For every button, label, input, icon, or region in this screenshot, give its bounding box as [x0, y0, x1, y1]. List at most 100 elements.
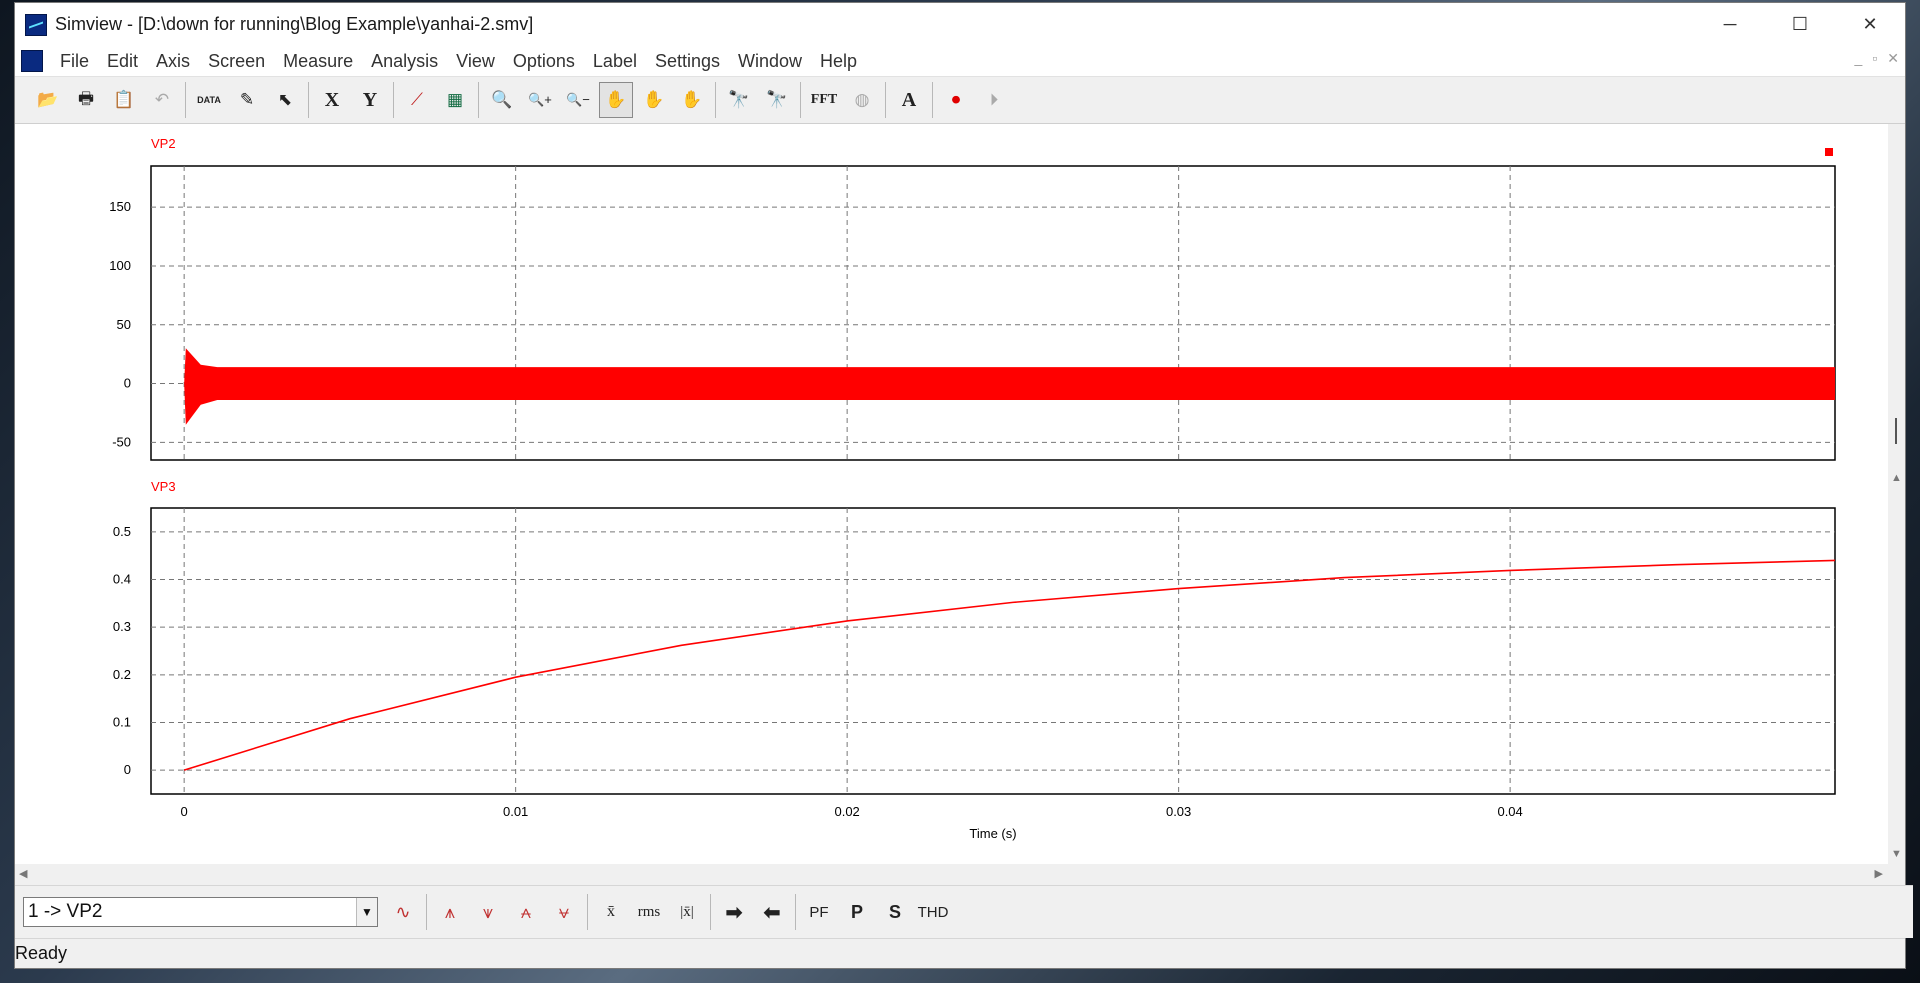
title-bar: Simview - [D:\down for running\Blog Exam…	[15, 3, 1905, 46]
toolbar-separator	[587, 894, 588, 930]
toolbar-separator	[185, 82, 186, 118]
p-button[interactable]: P	[839, 894, 875, 930]
zoom-out-icon[interactable]: 🔍−	[561, 82, 595, 118]
chart1-title: VP2	[151, 136, 176, 151]
screen-icon[interactable]: ▦	[438, 82, 472, 118]
next-max-icon[interactable]: ⩛	[470, 894, 506, 930]
maximize-button[interactable]: ☐	[1765, 3, 1835, 46]
y-axis-icon[interactable]: Y	[353, 82, 387, 118]
pf-button[interactable]: PF	[801, 894, 837, 930]
chart1-frame	[150, 165, 1836, 461]
menu-label[interactable]: Label	[584, 46, 646, 76]
toolbar-separator	[885, 82, 886, 118]
fft-disabled-icon[interactable]: ◍	[845, 82, 879, 118]
menu-analysis[interactable]: Analysis	[362, 46, 447, 76]
fft-icon[interactable]: FFT	[807, 82, 841, 118]
scroll-down-arrow-icon[interactable]: ▼	[1891, 848, 1902, 860]
chart2-xlabel: Time (s)	[969, 826, 1016, 841]
minimize-button[interactable]: ─	[1695, 3, 1765, 46]
vertical-scrollbar[interactable]: ▲ ▼	[1888, 124, 1905, 864]
arrow-left-icon[interactable]: ⬅	[754, 894, 790, 930]
telescope-icon[interactable]: 🔭	[722, 82, 756, 118]
simview-app-icon	[25, 13, 47, 36]
pan-min-icon[interactable]: ✋	[637, 82, 671, 118]
menu-file[interactable]: File	[51, 46, 98, 76]
record-disabled-icon[interactable]: ⏵	[977, 82, 1011, 118]
scroll-left-arrow-icon[interactable]: ◀	[19, 867, 27, 880]
status-text: Ready	[15, 943, 68, 963]
curve-selector[interactable]: 1 -> VP2 ▼	[23, 897, 378, 927]
scroll-up-arrow-icon[interactable]: ▲	[1891, 472, 1902, 484]
edit-curve-icon[interactable]: ✎	[230, 82, 264, 118]
clipboard-icon[interactable]: 📋	[107, 82, 141, 118]
x-tick-label: 0.01	[503, 804, 528, 819]
arrow-right-icon[interactable]: ➡	[716, 894, 752, 930]
plots-svg: VP2 150100500-50 VP3 0.50.40.30.20.10 00…	[109, 136, 1836, 841]
x-tick-label: 0.03	[1166, 804, 1191, 819]
scroll-right-arrow-icon[interactable]: ▶	[1875, 867, 1883, 880]
window-title: Simview - [D:\down for running\Blog Exam…	[55, 14, 534, 34]
menu-bar: File Edit Axis Screen Measure Analysis V…	[15, 46, 1905, 77]
y-tick-label: 100	[109, 258, 131, 273]
mdi-minimize-button[interactable]: _	[1855, 50, 1863, 67]
pointer-icon[interactable]: ⬉	[268, 82, 302, 118]
data-icon[interactable]: DATA	[197, 95, 221, 105]
toolbar-separator	[308, 82, 309, 118]
menu-measure[interactable]: Measure	[274, 46, 362, 76]
y-tick-label: 0.5	[113, 524, 131, 539]
mdi-controls: _ ▫ ✕	[1855, 50, 1900, 67]
toolbar-separator	[426, 894, 427, 930]
pan-icon[interactable]: ✋	[599, 82, 633, 118]
plot-area[interactable]: VP2 150 100 50 0 -50 VP3 0.5 0.4 0.3 0.2 0.1 0 00…	[15, 124, 1889, 864]
zoom-icon[interactable]: 🔍	[485, 82, 519, 118]
sine-icon[interactable]: ∿	[385, 894, 421, 930]
document-icon[interactable]	[21, 50, 43, 72]
menu-help[interactable]: Help	[811, 46, 866, 76]
telescope-disabled-icon[interactable]: 🔭	[760, 82, 794, 118]
mdi-restore-button[interactable]: ▫	[1872, 50, 1877, 67]
open-icon[interactable]: 📂	[31, 82, 65, 118]
y-tick-label: -50	[112, 434, 131, 449]
mdi-close-button[interactable]: ✕	[1887, 50, 1899, 67]
next-min-icon[interactable]: ⩝	[546, 894, 582, 930]
measure-toolbar: 1 -> VP2 ▼ ∿ ⩚ ⩛ ⩜ ⩝ x̄ rms |x̄| ➡ ⬅ PF …	[15, 885, 1913, 938]
y-tick-label: 0	[124, 762, 131, 777]
rms-icon[interactable]: rms	[631, 894, 667, 930]
average-icon[interactable]: x̄	[593, 894, 629, 930]
menu-window[interactable]: Window	[729, 46, 811, 76]
pan-max-icon[interactable]: ✋	[675, 82, 709, 118]
toolbar-separator	[800, 82, 801, 118]
close-button[interactable]: ✕	[1835, 3, 1905, 46]
window-controls: ─ ☐ ✕	[1695, 3, 1905, 46]
menu-options[interactable]: Options	[504, 46, 584, 76]
x-axis-icon[interactable]: X	[315, 82, 349, 118]
record-icon[interactable]: ⏺	[939, 82, 973, 118]
status-bar: Ready	[15, 938, 1905, 968]
toolbar-separator	[710, 894, 711, 930]
menu-axis[interactable]: Axis	[147, 46, 199, 76]
y-tick-label: 0.3	[113, 619, 131, 634]
menu-settings[interactable]: Settings	[646, 46, 729, 76]
scroll-thumb[interactable]	[1895, 418, 1897, 444]
undo-icon[interactable]: ↶	[145, 82, 179, 118]
y-tick-label: 0	[124, 376, 131, 391]
s-button[interactable]: S	[877, 894, 913, 930]
y-tick-label: 0.2	[113, 667, 131, 682]
horizontal-scrollbar[interactable]: ◀ ▶	[15, 865, 1889, 882]
zoom-in-icon[interactable]: 🔍+	[523, 82, 557, 118]
thd-button[interactable]: THD	[915, 894, 951, 930]
chart2-title: VP3	[151, 479, 176, 494]
max-icon[interactable]: ⩚	[432, 894, 468, 930]
print-icon[interactable]: 🖶	[69, 82, 103, 118]
min-icon[interactable]: ⩜	[508, 894, 544, 930]
chart2-frame	[150, 507, 1836, 795]
chevron-down-icon[interactable]: ▼	[356, 898, 377, 926]
graph-icon[interactable]: ⟋	[400, 82, 434, 118]
menu-edit[interactable]: Edit	[98, 46, 147, 76]
series-color-marker	[1825, 148, 1833, 156]
toolbar-separator	[932, 82, 933, 118]
text-icon[interactable]: A	[892, 82, 926, 118]
menu-view[interactable]: View	[447, 46, 504, 76]
menu-screen[interactable]: Screen	[199, 46, 274, 76]
abs-average-icon[interactable]: |x̄|	[669, 894, 705, 930]
